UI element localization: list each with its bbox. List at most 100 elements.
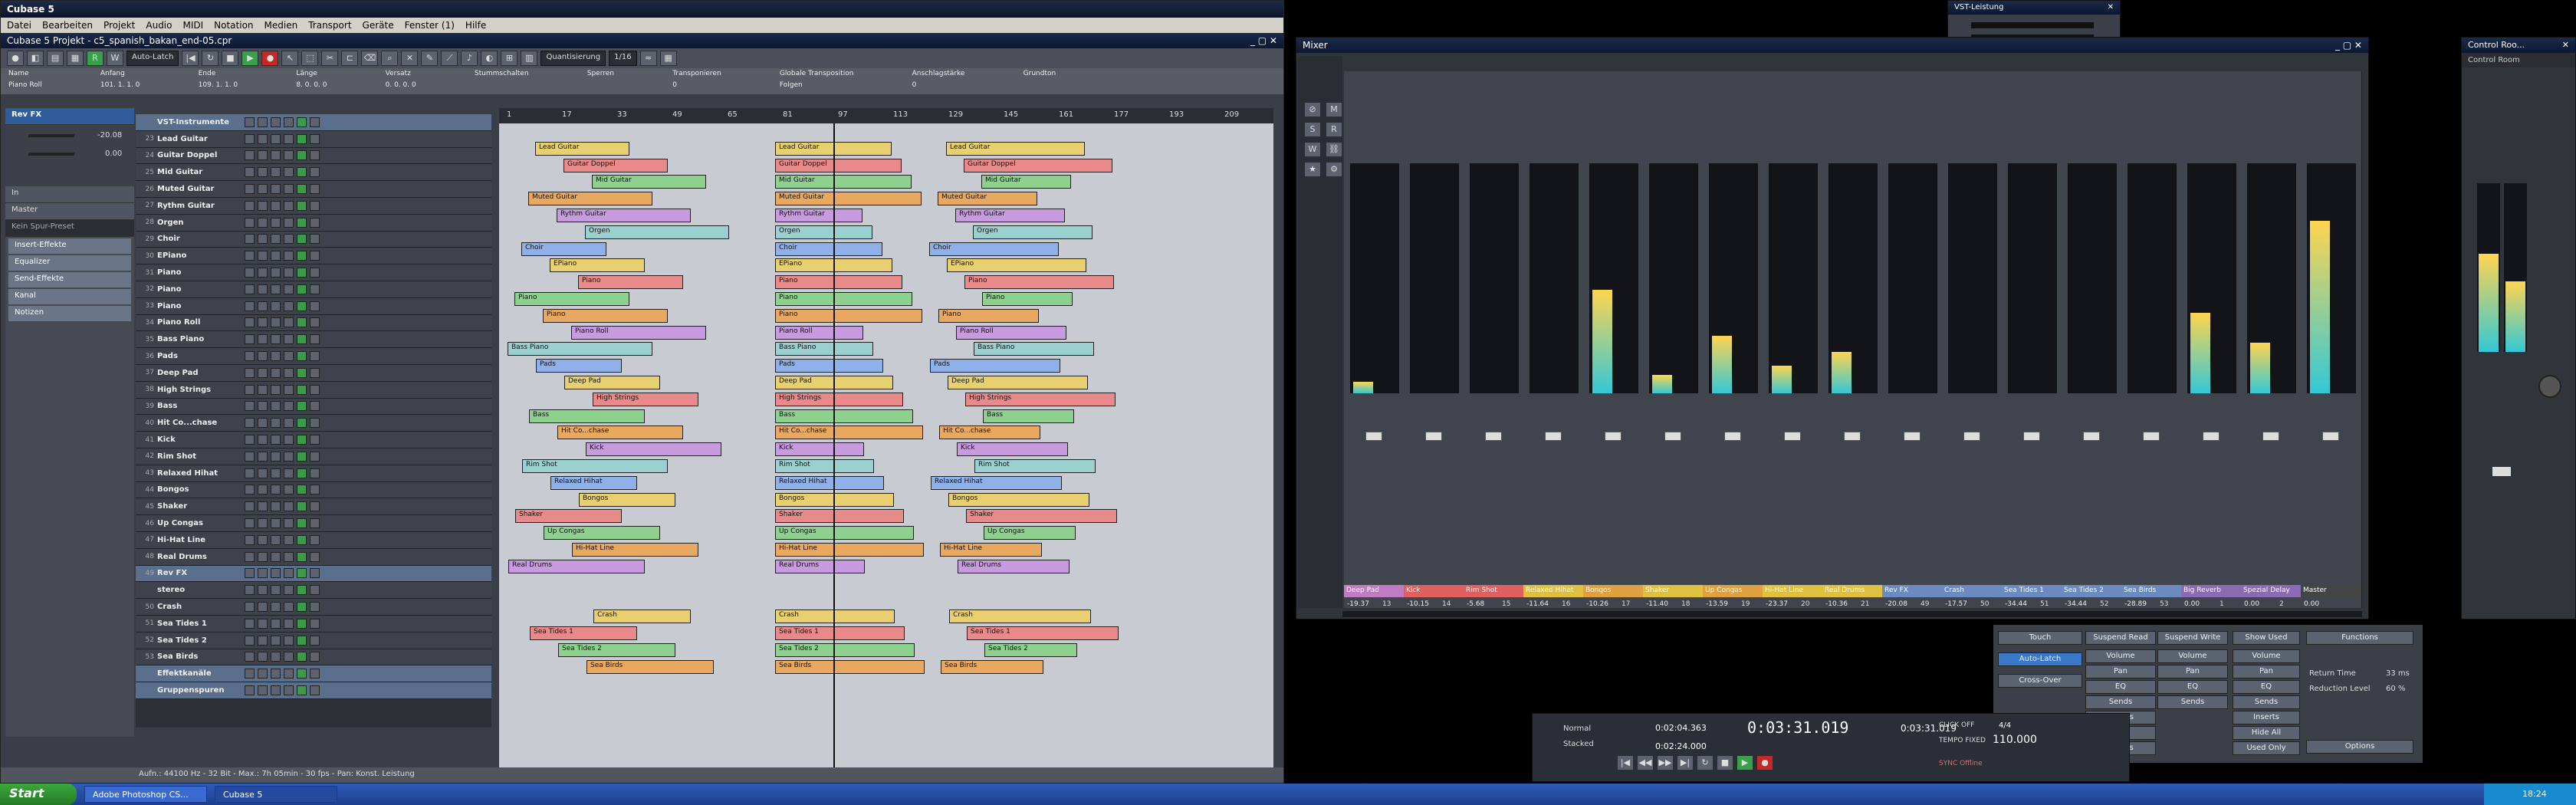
solo-button[interactable] bbox=[258, 485, 268, 495]
midi-part[interactable]: Sea Tides 1 bbox=[775, 626, 905, 640]
channel-volume-value[interactable]: -10.15 bbox=[1407, 600, 1429, 608]
read-automation-button[interactable] bbox=[271, 401, 281, 412]
edit-instrument-button[interactable] bbox=[310, 334, 320, 345]
colorize-tool-icon[interactable]: ◐ bbox=[481, 51, 498, 66]
track-row[interactable]: 30 EPiano bbox=[136, 248, 491, 265]
midi-part[interactable]: Piano bbox=[578, 275, 683, 290]
mute-button[interactable] bbox=[245, 618, 255, 629]
write-automation-button[interactable] bbox=[284, 518, 294, 529]
edit-instrument-button[interactable] bbox=[310, 602, 320, 612]
edit-instrument-button[interactable] bbox=[310, 217, 320, 228]
midi-part[interactable]: Piano bbox=[775, 308, 922, 323]
solo-button[interactable] bbox=[258, 317, 268, 328]
write-automation-button[interactable] bbox=[284, 585, 294, 596]
pan-slider[interactable] bbox=[28, 153, 74, 156]
info-value-mute[interactable] bbox=[475, 81, 573, 93]
track-name[interactable]: Choir bbox=[157, 235, 242, 243]
midi-part[interactable]: Shaker bbox=[515, 509, 622, 524]
write-automation-button[interactable] bbox=[284, 534, 294, 545]
show-volume[interactable]: Volume bbox=[2233, 649, 2300, 663]
read-all-icon[interactable]: R bbox=[1326, 122, 1342, 137]
midi-part[interactable]: Muted Guitar bbox=[775, 192, 922, 206]
suspend-write-button[interactable]: Suspend Write bbox=[2157, 631, 2228, 645]
midi-part[interactable]: Sea Tides 2 bbox=[984, 642, 1077, 657]
mute-button[interactable] bbox=[245, 317, 255, 328]
info-value-transpose[interactable]: 0 bbox=[672, 81, 766, 93]
midi-part[interactable]: Shaker bbox=[775, 509, 904, 524]
midi-part[interactable]: Real Drums bbox=[508, 559, 645, 573]
track-name[interactable]: Gruppenspuren bbox=[157, 686, 242, 695]
track-name[interactable]: Rim Shot bbox=[157, 452, 242, 461]
solo-button[interactable] bbox=[258, 501, 268, 512]
inspector-track-name[interactable]: Rev FX bbox=[5, 108, 134, 125]
edit-instrument-button[interactable] bbox=[310, 167, 320, 178]
midi-part[interactable]: Piano bbox=[938, 308, 1039, 323]
midi-part[interactable]: Lead Guitar bbox=[535, 141, 629, 156]
mute-button[interactable] bbox=[245, 451, 255, 462]
track-row[interactable]: 49 Rev FX bbox=[136, 565, 491, 583]
channel-name[interactable]: Crash bbox=[1942, 585, 2003, 597]
edit-instrument-button[interactable] bbox=[310, 184, 320, 195]
read-automation-button[interactable] bbox=[271, 234, 281, 245]
suspend-read-volume[interactable]: Volume bbox=[2085, 649, 2156, 663]
read-automation-button[interactable] bbox=[271, 284, 281, 294]
edit-instrument-button[interactable] bbox=[310, 200, 320, 211]
midi-part[interactable]: Mid Guitar bbox=[775, 175, 912, 189]
menu-audio[interactable]: Audio bbox=[146, 20, 172, 31]
event-display[interactable]: Lead Guitar Lead Guitar Lead Guitar Guitar … bbox=[499, 123, 1273, 767]
track-row[interactable]: 27 Rythm Guitar bbox=[136, 197, 491, 215]
mute-button[interactable] bbox=[245, 534, 255, 545]
track-row[interactable]: 37 Deep Pad bbox=[136, 364, 491, 382]
track-name[interactable]: Sea Tides 1 bbox=[157, 619, 242, 628]
midi-part[interactable]: Hi-Hat Line bbox=[775, 543, 924, 557]
midi-part[interactable]: Sea Birds bbox=[586, 659, 714, 674]
midi-part[interactable]: Mid Guitar bbox=[592, 175, 706, 189]
track-name[interactable]: Relaxed Hihat bbox=[157, 469, 242, 478]
midi-part[interactable]: Crash bbox=[593, 610, 691, 624]
write-automation-button[interactable] bbox=[284, 401, 294, 412]
channel-volume-value[interactable]: -11.64 bbox=[1526, 600, 1549, 608]
quantize-mode-select[interactable]: Quantisierung bbox=[540, 51, 606, 66]
record-mode-select[interactable]: Normal bbox=[1563, 724, 1591, 733]
midi-part[interactable]: Muted Guitar bbox=[938, 192, 1037, 206]
monitor-button[interactable] bbox=[297, 117, 307, 127]
suspend-read-button[interactable]: Suspend Read bbox=[2085, 631, 2156, 645]
suspend-read-eq[interactable]: EQ bbox=[2085, 680, 2156, 694]
midi-part[interactable]: EPiano bbox=[947, 258, 1086, 273]
channel-volume-value[interactable]: -11.40 bbox=[1646, 600, 1668, 608]
record-icon[interactable]: ● bbox=[261, 51, 279, 66]
cycle-icon[interactable]: ↻ bbox=[1697, 755, 1714, 770]
goto-end-icon[interactable]: ▶| bbox=[1677, 755, 1694, 770]
midi-part[interactable]: Choir bbox=[775, 242, 882, 256]
edit-instrument-button[interactable] bbox=[310, 384, 320, 395]
midi-part[interactable]: Shaker bbox=[966, 509, 1117, 524]
mediabay-button[interactable]: ▦ bbox=[67, 51, 84, 66]
write-all-icon[interactable]: W bbox=[1304, 142, 1321, 157]
solo-button[interactable] bbox=[258, 200, 268, 211]
channel-volume-value[interactable]: -19.37 bbox=[1347, 600, 1369, 608]
track-row[interactable]: 31 Piano bbox=[136, 264, 491, 281]
track-row[interactable]: 33 Piano bbox=[136, 297, 491, 315]
monitor-button[interactable] bbox=[297, 451, 307, 462]
channel-fader[interactable] bbox=[1963, 432, 1980, 441]
task-cubase[interactable]: Cubase 5 bbox=[215, 786, 337, 803]
midi-part[interactable]: Sea Tides 1 bbox=[967, 626, 1119, 640]
midi-part[interactable]: Relaxed Hihat bbox=[931, 475, 1062, 490]
track-row[interactable]: 47 Hi-Hat Line bbox=[136, 531, 491, 549]
edit-instrument-button[interactable] bbox=[310, 652, 320, 662]
channel-fader[interactable] bbox=[1605, 432, 1622, 441]
channel-fader[interactable] bbox=[1844, 432, 1861, 441]
midi-part[interactable]: Piano bbox=[543, 308, 668, 323]
tempo-track-toggle[interactable]: TEMPO FIXED bbox=[1939, 737, 1986, 744]
monitor-button[interactable] bbox=[297, 234, 307, 245]
inspector-section-notes[interactable]: Notizen bbox=[8, 306, 131, 321]
track-name[interactable]: Piano bbox=[157, 302, 242, 310]
edit-instrument-button[interactable] bbox=[310, 418, 320, 429]
monitor-button[interactable] bbox=[297, 317, 307, 328]
info-value-offset[interactable]: 0. 0. 0. 0 bbox=[386, 81, 461, 93]
edit-instrument-button[interactable] bbox=[310, 685, 320, 695]
timeline-ruler[interactable]: 1 17 33 49 65 81 97 113 129 145 161 177 193 209 bbox=[499, 108, 1273, 123]
midi-part[interactable]: Pads bbox=[775, 359, 883, 373]
line-tool-icon[interactable]: ⟋ bbox=[441, 51, 458, 66]
settings-icon[interactable]: ⚙ bbox=[1326, 162, 1342, 177]
